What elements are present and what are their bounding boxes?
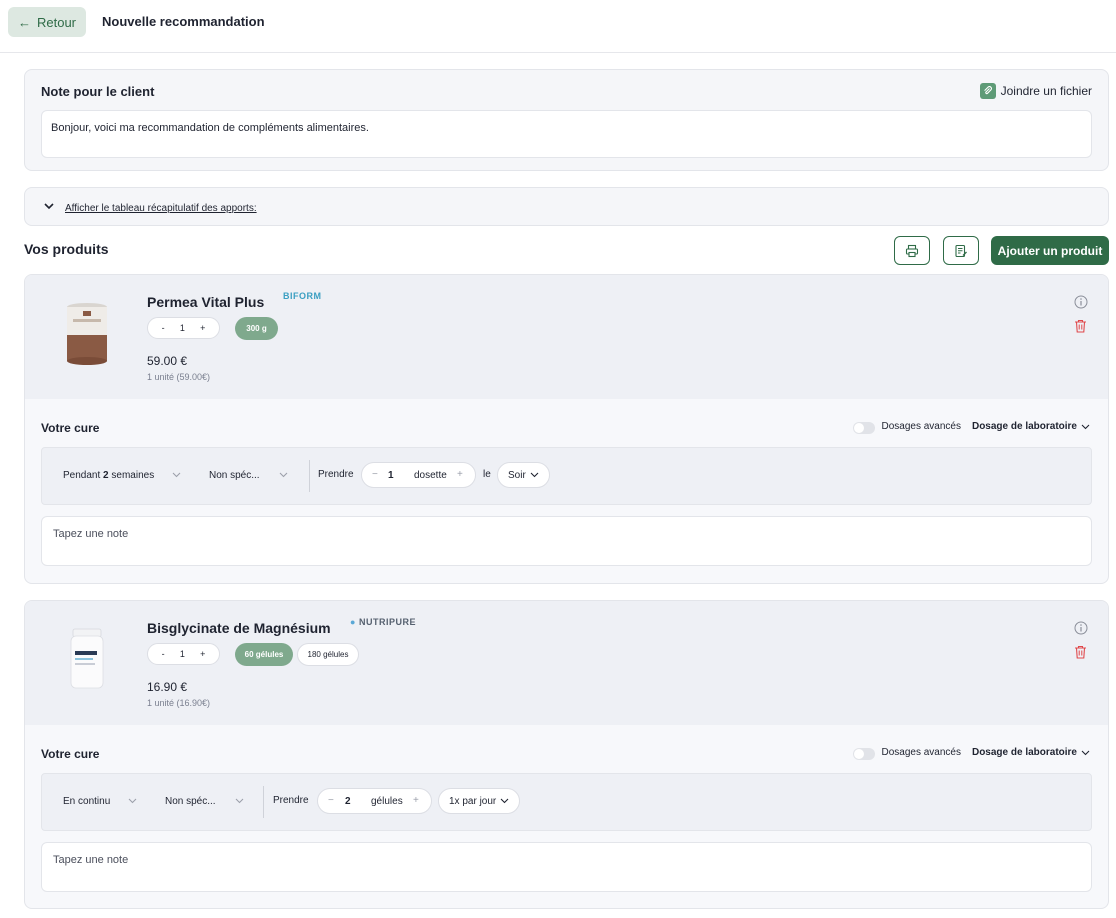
chevron-down-icon bbox=[1081, 750, 1090, 755]
top-bar: ← Retour Nouvelle recommandation bbox=[0, 0, 1116, 53]
qty-decrement[interactable]: - bbox=[162, 649, 165, 659]
divider bbox=[309, 460, 310, 492]
chevron-down-icon bbox=[128, 798, 137, 804]
back-label: Retour bbox=[36, 14, 77, 30]
format-chip[interactable]: 300 g bbox=[235, 317, 278, 340]
qty-increment[interactable]: + bbox=[200, 649, 205, 659]
chevron-down-icon bbox=[530, 472, 539, 478]
chevron-down-icon bbox=[235, 798, 244, 804]
lab-dosage-label: Dosage de laboratoire bbox=[971, 421, 1077, 432]
arrow-left-icon: ← bbox=[17, 14, 31, 30]
dose-increment[interactable]: + bbox=[457, 469, 463, 480]
dose-value: 2 bbox=[345, 796, 351, 807]
brand-name: BIFORM bbox=[283, 291, 322, 301]
duration-select[interactable]: Pendant 2 semaines bbox=[63, 470, 154, 481]
format-chip[interactable]: 180 gélules bbox=[297, 643, 359, 666]
lab-dosage-dropdown[interactable]: Dosage de laboratoire bbox=[972, 421, 1090, 432]
duration-suffix: semaines bbox=[111, 470, 155, 481]
product-name: Bisglycinate de Magnésium bbox=[147, 620, 331, 636]
product-image bbox=[70, 628, 104, 689]
trash-icon[interactable] bbox=[1074, 645, 1087, 659]
dose-decrement[interactable]: − bbox=[372, 469, 378, 480]
lab-dosage-dropdown[interactable]: Dosage de laboratoire bbox=[972, 747, 1090, 758]
info-icon[interactable] bbox=[1074, 295, 1088, 309]
divider bbox=[263, 786, 264, 818]
print-button[interactable] bbox=[894, 236, 930, 265]
prescription-button[interactable] bbox=[943, 236, 979, 265]
advanced-dosage-toggle[interactable] bbox=[853, 748, 875, 760]
duration-select[interactable]: En continu bbox=[63, 796, 110, 807]
product-card: Bisglycinate de Magnésium ● NUTRIPURE - … bbox=[24, 600, 1109, 909]
qty-value: 1 bbox=[179, 323, 185, 333]
duration-value: 2 bbox=[103, 470, 109, 481]
add-product-button[interactable]: Ajouter un produit bbox=[991, 236, 1109, 265]
timing-value: Soir bbox=[508, 469, 526, 481]
take-label: Prendre bbox=[273, 795, 309, 806]
cure-note-input[interactable]: Tapez une note bbox=[41, 842, 1092, 892]
brand-logo: BIFORM bbox=[283, 291, 322, 301]
product-name: Permea Vital Plus bbox=[147, 294, 265, 310]
qty-value: 1 bbox=[179, 649, 185, 659]
printer-icon bbox=[905, 244, 919, 257]
moment-select[interactable]: Non spéc... bbox=[209, 470, 260, 481]
brand-name: NUTRIPURE bbox=[358, 617, 416, 627]
timing-select[interactable]: Soir bbox=[497, 462, 550, 488]
connector-label: le bbox=[483, 469, 491, 480]
product-image bbox=[67, 303, 107, 365]
info-icon[interactable] bbox=[1074, 621, 1088, 635]
qty-increment[interactable]: + bbox=[200, 323, 205, 333]
moment-select[interactable]: Non spéc... bbox=[165, 796, 216, 807]
chevron-down-icon bbox=[1081, 424, 1090, 429]
brand-logo: ● NUTRIPURE bbox=[350, 617, 416, 627]
dose-increment[interactable]: + bbox=[413, 795, 419, 806]
format-chip[interactable]: 60 gélules bbox=[235, 643, 293, 666]
frequency-select[interactable]: 1x par jour bbox=[438, 788, 521, 814]
take-label: Prendre bbox=[318, 469, 354, 480]
client-note-card: Note pour le client Joindre un fichier B… bbox=[24, 69, 1109, 171]
dose-decrement[interactable]: − bbox=[328, 795, 334, 806]
product-header: Bisglycinate de Magnésium ● NUTRIPURE - … bbox=[25, 601, 1108, 725]
chevron-down-icon bbox=[500, 798, 509, 804]
frequency-value: 1x par jour bbox=[449, 795, 497, 807]
qty-decrement[interactable]: - bbox=[162, 323, 165, 333]
dose-stepper[interactable]: − 1 dosette + bbox=[361, 462, 476, 488]
cure-title: Votre cure bbox=[41, 747, 100, 761]
page-title: Nouvelle recommandation bbox=[102, 14, 265, 29]
product-card: Permea Vital Plus BIFORM - 1 + 300 g 59.… bbox=[24, 274, 1109, 584]
lab-dosage-label: Dosage de laboratoire bbox=[971, 747, 1077, 758]
client-note-input[interactable]: Bonjour, voici ma recommandation de comp… bbox=[41, 110, 1092, 158]
cure-title: Votre cure bbox=[41, 421, 100, 435]
chevron-down-icon bbox=[44, 203, 54, 210]
quantity-stepper[interactable]: - 1 + bbox=[147, 643, 220, 665]
product-price: 16.90 € bbox=[147, 680, 188, 694]
advanced-dosage-label: Dosages avancés bbox=[881, 421, 962, 432]
dose-stepper[interactable]: − 2 gélules + bbox=[317, 788, 432, 814]
unit-price: 1 unité (16.90€) bbox=[147, 698, 211, 708]
paperclip-icon bbox=[979, 83, 996, 99]
quantity-stepper[interactable]: - 1 + bbox=[147, 317, 220, 339]
dose-unit: dosette bbox=[414, 470, 447, 481]
cure-note-input[interactable]: Tapez une note bbox=[41, 516, 1092, 566]
document-edit-icon bbox=[955, 244, 967, 257]
product-price: 59.00 € bbox=[147, 354, 188, 368]
client-note-title: Note pour le client bbox=[41, 84, 155, 99]
dose-value: 1 bbox=[388, 470, 394, 481]
summary-toggle-card[interactable]: Afficher le tableau récapitulatif des ap… bbox=[24, 187, 1109, 226]
advanced-dosage-label: Dosages avancés bbox=[881, 747, 962, 758]
attach-file-button[interactable]: Joindre un fichier bbox=[979, 83, 1092, 99]
dosage-panel: En continu Non spéc... Prendre − 2 gélul… bbox=[41, 773, 1092, 831]
attach-file-label: Joindre un fichier bbox=[1000, 84, 1092, 98]
product-header: Permea Vital Plus BIFORM - 1 + 300 g 59.… bbox=[25, 275, 1108, 399]
unit-price: 1 unité (59.00€) bbox=[147, 372, 211, 382]
chevron-down-icon bbox=[172, 472, 181, 478]
back-button[interactable]: ← Retour bbox=[8, 7, 86, 37]
dosage-panel: Pendant 2 semaines Non spéc... Prendre −… bbox=[41, 447, 1092, 505]
duration-prefix: Pendant bbox=[63, 470, 101, 481]
products-section-title: Vos produits bbox=[24, 241, 109, 257]
chevron-down-icon bbox=[279, 472, 288, 478]
trash-icon[interactable] bbox=[1074, 319, 1087, 333]
advanced-dosage-toggle[interactable] bbox=[853, 422, 875, 434]
summary-table-link[interactable]: Afficher le tableau récapitulatif des ap… bbox=[65, 203, 257, 214]
dose-unit: gélules bbox=[371, 796, 403, 807]
